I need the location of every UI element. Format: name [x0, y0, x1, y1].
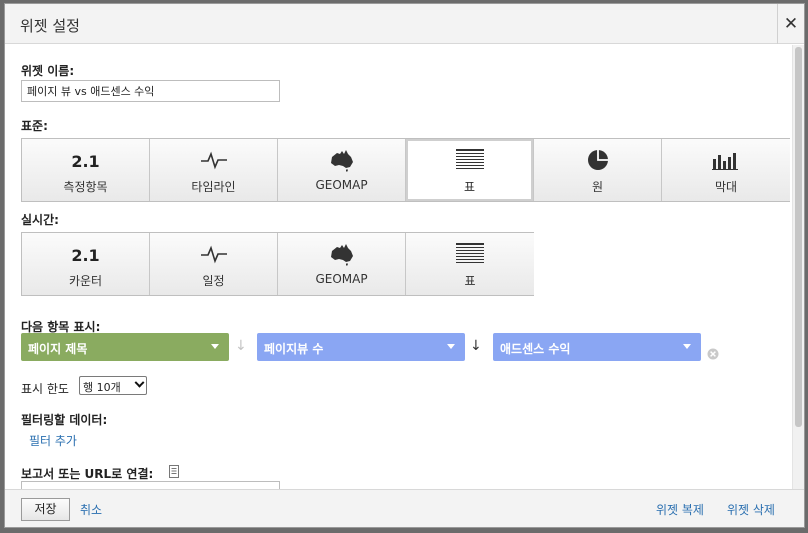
- geomap-icon: [329, 242, 355, 269]
- save-button[interactable]: 저장: [21, 498, 70, 521]
- viz-button-geomap[interactable]: GEOMAP: [278, 233, 406, 295]
- realtime-visualization-row: 2.1 카운터 일정 GEOMAP 표: [21, 232, 534, 296]
- standard-visualization-row: 2.1 측정항목 타임라인 GEOMAP 표 원 막대: [21, 138, 790, 202]
- document-icon: [169, 465, 179, 478]
- metric2-value: 애드센스 수익: [500, 342, 571, 356]
- widget-name-input[interactable]: [21, 80, 280, 102]
- viz-button-label: GEOMAP: [315, 178, 368, 192]
- table-icon: [455, 148, 484, 174]
- realtime-label: 실시간:: [21, 213, 59, 227]
- timeline-icon: [200, 150, 228, 173]
- close-button[interactable]: ✕: [777, 4, 804, 44]
- viz-button-label: 막대: [714, 180, 738, 194]
- delete-widget-link[interactable]: 위젯 삭제: [727, 501, 775, 518]
- table-icon: [456, 242, 484, 268]
- bar-icon: [712, 150, 740, 173]
- viz-button-timeline[interactable]: 타임라인: [150, 139, 278, 201]
- widget-name-label: 위젯 이름:: [21, 64, 75, 78]
- metric-number-icon: 2.1: [71, 245, 100, 265]
- pie-icon: [587, 149, 609, 174]
- viz-button-pie[interactable]: 원: [534, 139, 662, 201]
- viz-button-label: 타임라인: [191, 180, 236, 194]
- metric2-dropdown[interactable]: 애드센스 수익: [493, 333, 701, 361]
- viz-button-table[interactable]: 표: [406, 233, 534, 295]
- timeline-icon: [200, 244, 228, 267]
- viz-button-label: 일정: [202, 274, 225, 288]
- dialog-title: 위젯 설정: [20, 17, 80, 35]
- viz-button-label: GEOMAP: [315, 272, 368, 286]
- cancel-link[interactable]: 취소: [80, 501, 102, 518]
- metric1-value: 페이지뷰 수: [264, 342, 324, 356]
- scrollbar-thumb[interactable]: [795, 47, 802, 427]
- clone-widget-link[interactable]: 위젯 복제: [656, 501, 704, 518]
- dimension-dropdown[interactable]: 페이지 제목: [21, 333, 229, 361]
- viz-button-bar[interactable]: 막대: [662, 139, 790, 201]
- viz-button-label: 측정항목: [63, 180, 108, 194]
- arrow-down-icon: ↓: [235, 338, 247, 354]
- url-input[interactable]: [21, 481, 280, 489]
- limit-label: 표시 한도: [21, 382, 69, 396]
- filter-label: 필터링할 데이터:: [21, 413, 108, 427]
- link-to-label: 보고서 또는 URL로 연결:: [21, 467, 154, 481]
- viz-button-geomap[interactable]: GEOMAP: [278, 139, 406, 201]
- limit-select[interactable]: 행 10개: [79, 376, 147, 395]
- dialog-body: 위젯 이름: 표준: 2.1 측정항목 타임라인 GEOMAP 표 원 막대 실시간: 2.…: [5, 45, 792, 489]
- vertical-scrollbar[interactable]: [792, 45, 804, 489]
- title-bar: 위젯 설정 ✕: [5, 4, 804, 44]
- chevron-down-icon: [134, 377, 145, 388]
- add-filter-link[interactable]: 필터 추가: [29, 432, 77, 449]
- chevron-down-icon: [683, 344, 691, 349]
- dialog-footer: 저장 취소 위젯 복제 위젯 삭제: [5, 489, 804, 527]
- sort-arrow-down-icon[interactable]: ↓: [470, 338, 482, 354]
- viz-button-label: 표: [464, 274, 476, 288]
- standard-label: 표준:: [21, 119, 48, 133]
- limit-value: 행 10개: [83, 381, 121, 394]
- viz-button-label: 표: [463, 180, 476, 194]
- chevron-down-icon: [447, 344, 455, 349]
- metric-number-icon: 2.1: [71, 151, 100, 171]
- chevron-down-icon: [211, 344, 219, 349]
- remove-metric-icon[interactable]: [707, 348, 719, 360]
- viz-button-label: 카운터: [68, 274, 103, 288]
- metric1-dropdown[interactable]: 페이지뷰 수: [257, 333, 465, 361]
- viz-button-table[interactable]: 표: [406, 139, 534, 201]
- widget-settings-dialog: 위젯 설정 ✕ 위젯 이름: 표준: 2.1 측정항목 타임라인 GEOMAP 표 원 막대…: [4, 3, 805, 528]
- viz-button-label: 원: [591, 180, 604, 194]
- viz-button-metric[interactable]: 2.1 측정항목: [22, 139, 150, 201]
- geomap-icon: [329, 148, 355, 175]
- viz-button-metric[interactable]: 2.1 카운터: [22, 233, 150, 295]
- viz-button-timeline[interactable]: 일정: [150, 233, 278, 295]
- dimension-value: 페이지 제목: [28, 342, 88, 356]
